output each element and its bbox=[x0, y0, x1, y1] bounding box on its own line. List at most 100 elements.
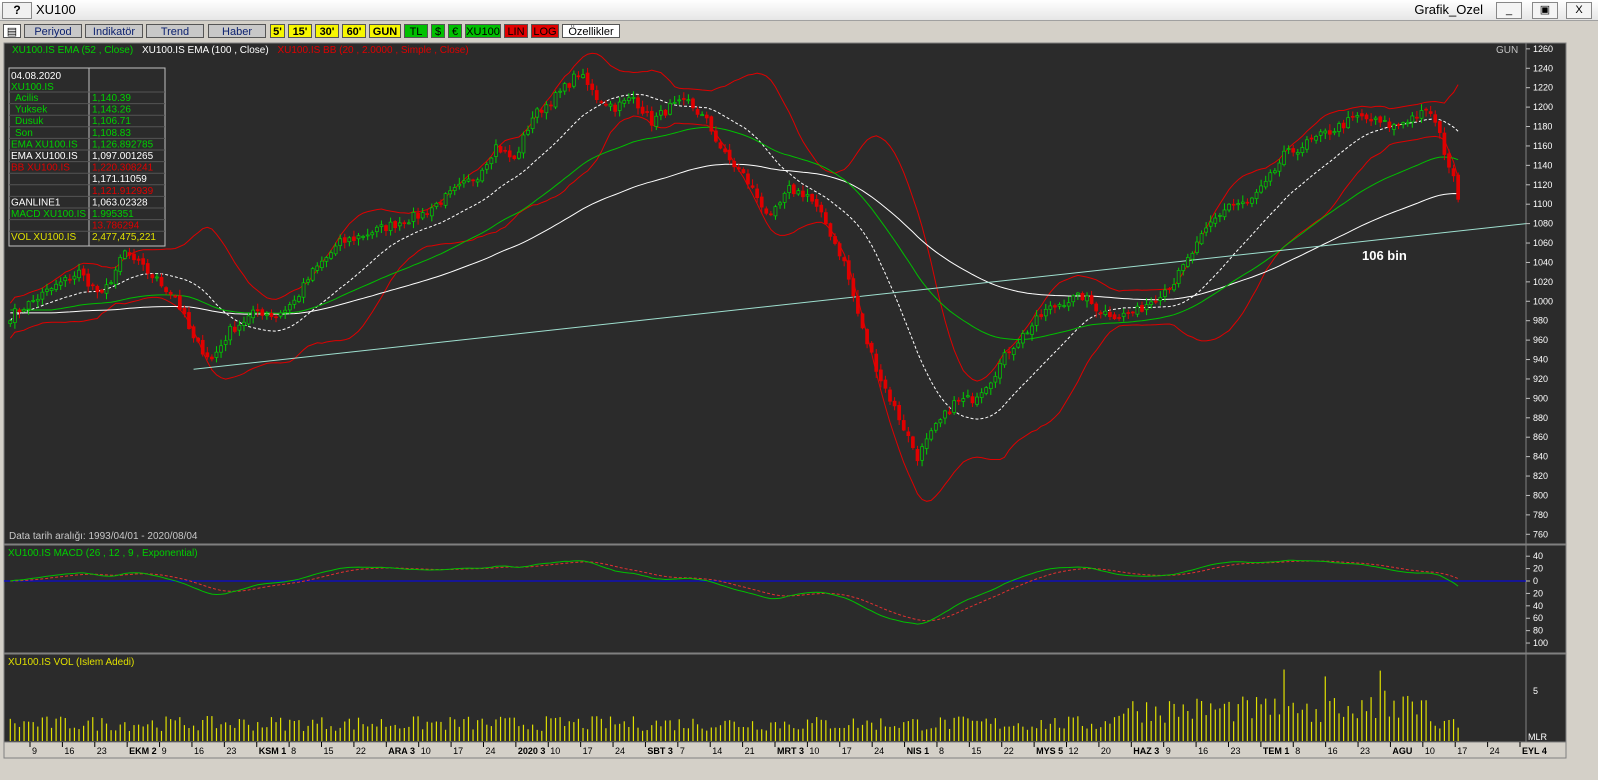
candle-body bbox=[801, 190, 805, 198]
candle-body bbox=[1030, 325, 1034, 335]
toolbar-trend-button[interactable]: Trend bbox=[146, 24, 204, 38]
price-tick-label: 1000 bbox=[1533, 296, 1553, 306]
info-row-label: BB XU100.IS bbox=[11, 163, 70, 174]
candle-body bbox=[1213, 217, 1218, 224]
candle-body bbox=[1039, 314, 1044, 317]
toolbar-usd-button[interactable]: $ bbox=[431, 24, 445, 38]
toolbar-15min-button[interactable]: 15' bbox=[288, 24, 312, 38]
candle-body bbox=[1433, 114, 1438, 123]
candle-body bbox=[1447, 153, 1451, 168]
candle-body bbox=[585, 72, 590, 85]
date-tick-label: EYL 4 bbox=[1522, 746, 1547, 756]
close-button[interactable]: X bbox=[1566, 2, 1592, 19]
candle-body bbox=[1089, 295, 1094, 304]
candle-body bbox=[484, 164, 489, 170]
candle-body bbox=[539, 109, 544, 113]
candle-body bbox=[109, 282, 113, 284]
candle-body bbox=[1043, 308, 1048, 317]
candle-body bbox=[200, 339, 205, 355]
info-row-label: EMA XU100.IS bbox=[11, 139, 78, 150]
toolbar-log-button[interactable]: LOG bbox=[531, 24, 559, 38]
candle-body bbox=[1405, 121, 1410, 124]
price-tick-label: 780 bbox=[1533, 510, 1548, 520]
price-tick-label: 900 bbox=[1533, 393, 1548, 403]
toolbar-60min-button[interactable]: 60' bbox=[342, 24, 366, 38]
candle-body bbox=[837, 243, 842, 257]
candle-body bbox=[549, 104, 553, 107]
toolbar-properties-button[interactable]: Özellikler bbox=[562, 24, 620, 38]
info-row-value: 1,108.83 bbox=[92, 128, 131, 139]
toolbar-tl-button[interactable]: TL bbox=[404, 24, 428, 38]
candle-body bbox=[1341, 122, 1346, 129]
toolbar-indicator-button[interactable]: Indikatör bbox=[85, 24, 143, 38]
toolbar-daily-button[interactable]: GUN bbox=[369, 24, 401, 38]
candle-body bbox=[45, 288, 49, 292]
candle-body bbox=[544, 104, 549, 114]
price-tick-label: 1200 bbox=[1533, 102, 1553, 112]
candle-body bbox=[1364, 114, 1369, 120]
toolbar-eur-button[interactable]: € bbox=[448, 24, 462, 38]
toolbar-xu100-button[interactable]: XU100 bbox=[465, 24, 501, 38]
price-panel[interactable] bbox=[3, 42, 1527, 545]
candle-body bbox=[1282, 150, 1286, 165]
candle-body bbox=[31, 300, 36, 302]
candle-body bbox=[883, 379, 888, 389]
candle-body bbox=[1295, 152, 1300, 155]
toolbar-30min-button[interactable]: 30' bbox=[315, 24, 339, 38]
candle-body bbox=[617, 101, 622, 111]
toolbar-linear-button[interactable]: LIN bbox=[504, 24, 528, 38]
price-tick-label: 920 bbox=[1533, 374, 1548, 384]
candle-body bbox=[310, 268, 315, 281]
toolbar-5min-button[interactable]: 5' bbox=[270, 24, 285, 38]
toolbar-period-button[interactable]: Periyod bbox=[24, 24, 82, 38]
candle-body bbox=[851, 278, 856, 297]
candle-body bbox=[535, 108, 540, 118]
candle-body bbox=[1451, 168, 1456, 177]
chart-area[interactable]: 7607808008208408608809009209409609801000… bbox=[0, 40, 1598, 780]
info-row-label: Yuksek bbox=[15, 105, 48, 116]
candle-body bbox=[933, 423, 938, 431]
minimize-button[interactable]: _ bbox=[1496, 2, 1522, 19]
candle-body bbox=[723, 148, 727, 153]
help-button[interactable]: ? bbox=[2, 2, 32, 19]
candle-body bbox=[1199, 233, 1204, 245]
candle-body bbox=[993, 376, 998, 383]
candle-body bbox=[1227, 203, 1231, 211]
date-tick-label: 9 bbox=[162, 746, 167, 756]
candle-body bbox=[709, 116, 714, 132]
candle-body bbox=[668, 103, 672, 115]
legend-ema100: XU100.IS EMA (100 , Close) bbox=[142, 45, 269, 56]
toolbar-news-button[interactable]: Haber bbox=[208, 24, 266, 38]
candle-body bbox=[1401, 122, 1406, 125]
info-row-value: 1,171.11059 bbox=[92, 174, 147, 185]
candle-body bbox=[159, 277, 164, 287]
price-tick-label: 940 bbox=[1533, 355, 1548, 365]
macd-tick-label: 100 bbox=[1533, 638, 1548, 648]
candle-body bbox=[869, 342, 874, 353]
candle-body bbox=[901, 420, 906, 431]
candle-body bbox=[966, 395, 970, 398]
candle-body bbox=[521, 134, 526, 154]
candle-body bbox=[104, 284, 109, 294]
candle-body bbox=[695, 109, 700, 115]
date-tick-label: 16 bbox=[1198, 746, 1208, 756]
candle-body bbox=[1387, 121, 1392, 128]
restore-button[interactable]: ▣ bbox=[1532, 2, 1558, 19]
info-row-value: 1,126.892785 bbox=[92, 139, 154, 150]
candle-body bbox=[214, 351, 219, 358]
candle-body bbox=[512, 155, 517, 160]
candle-body bbox=[924, 438, 929, 449]
candle-body bbox=[255, 309, 260, 312]
candle-body bbox=[1108, 311, 1112, 317]
info-row-value: 13.786294 bbox=[92, 221, 140, 232]
candle-body bbox=[457, 183, 462, 187]
candle-body bbox=[1300, 147, 1305, 153]
price-tick-label: 1180 bbox=[1533, 122, 1552, 132]
candle-body bbox=[576, 75, 581, 78]
info-row-value: 1,140.39 bbox=[92, 93, 131, 104]
candle-body bbox=[210, 356, 214, 360]
candle-body bbox=[833, 236, 837, 244]
candle-body bbox=[732, 160, 737, 168]
candle-body bbox=[452, 187, 457, 191]
price-tick-label: 1040 bbox=[1533, 257, 1553, 267]
